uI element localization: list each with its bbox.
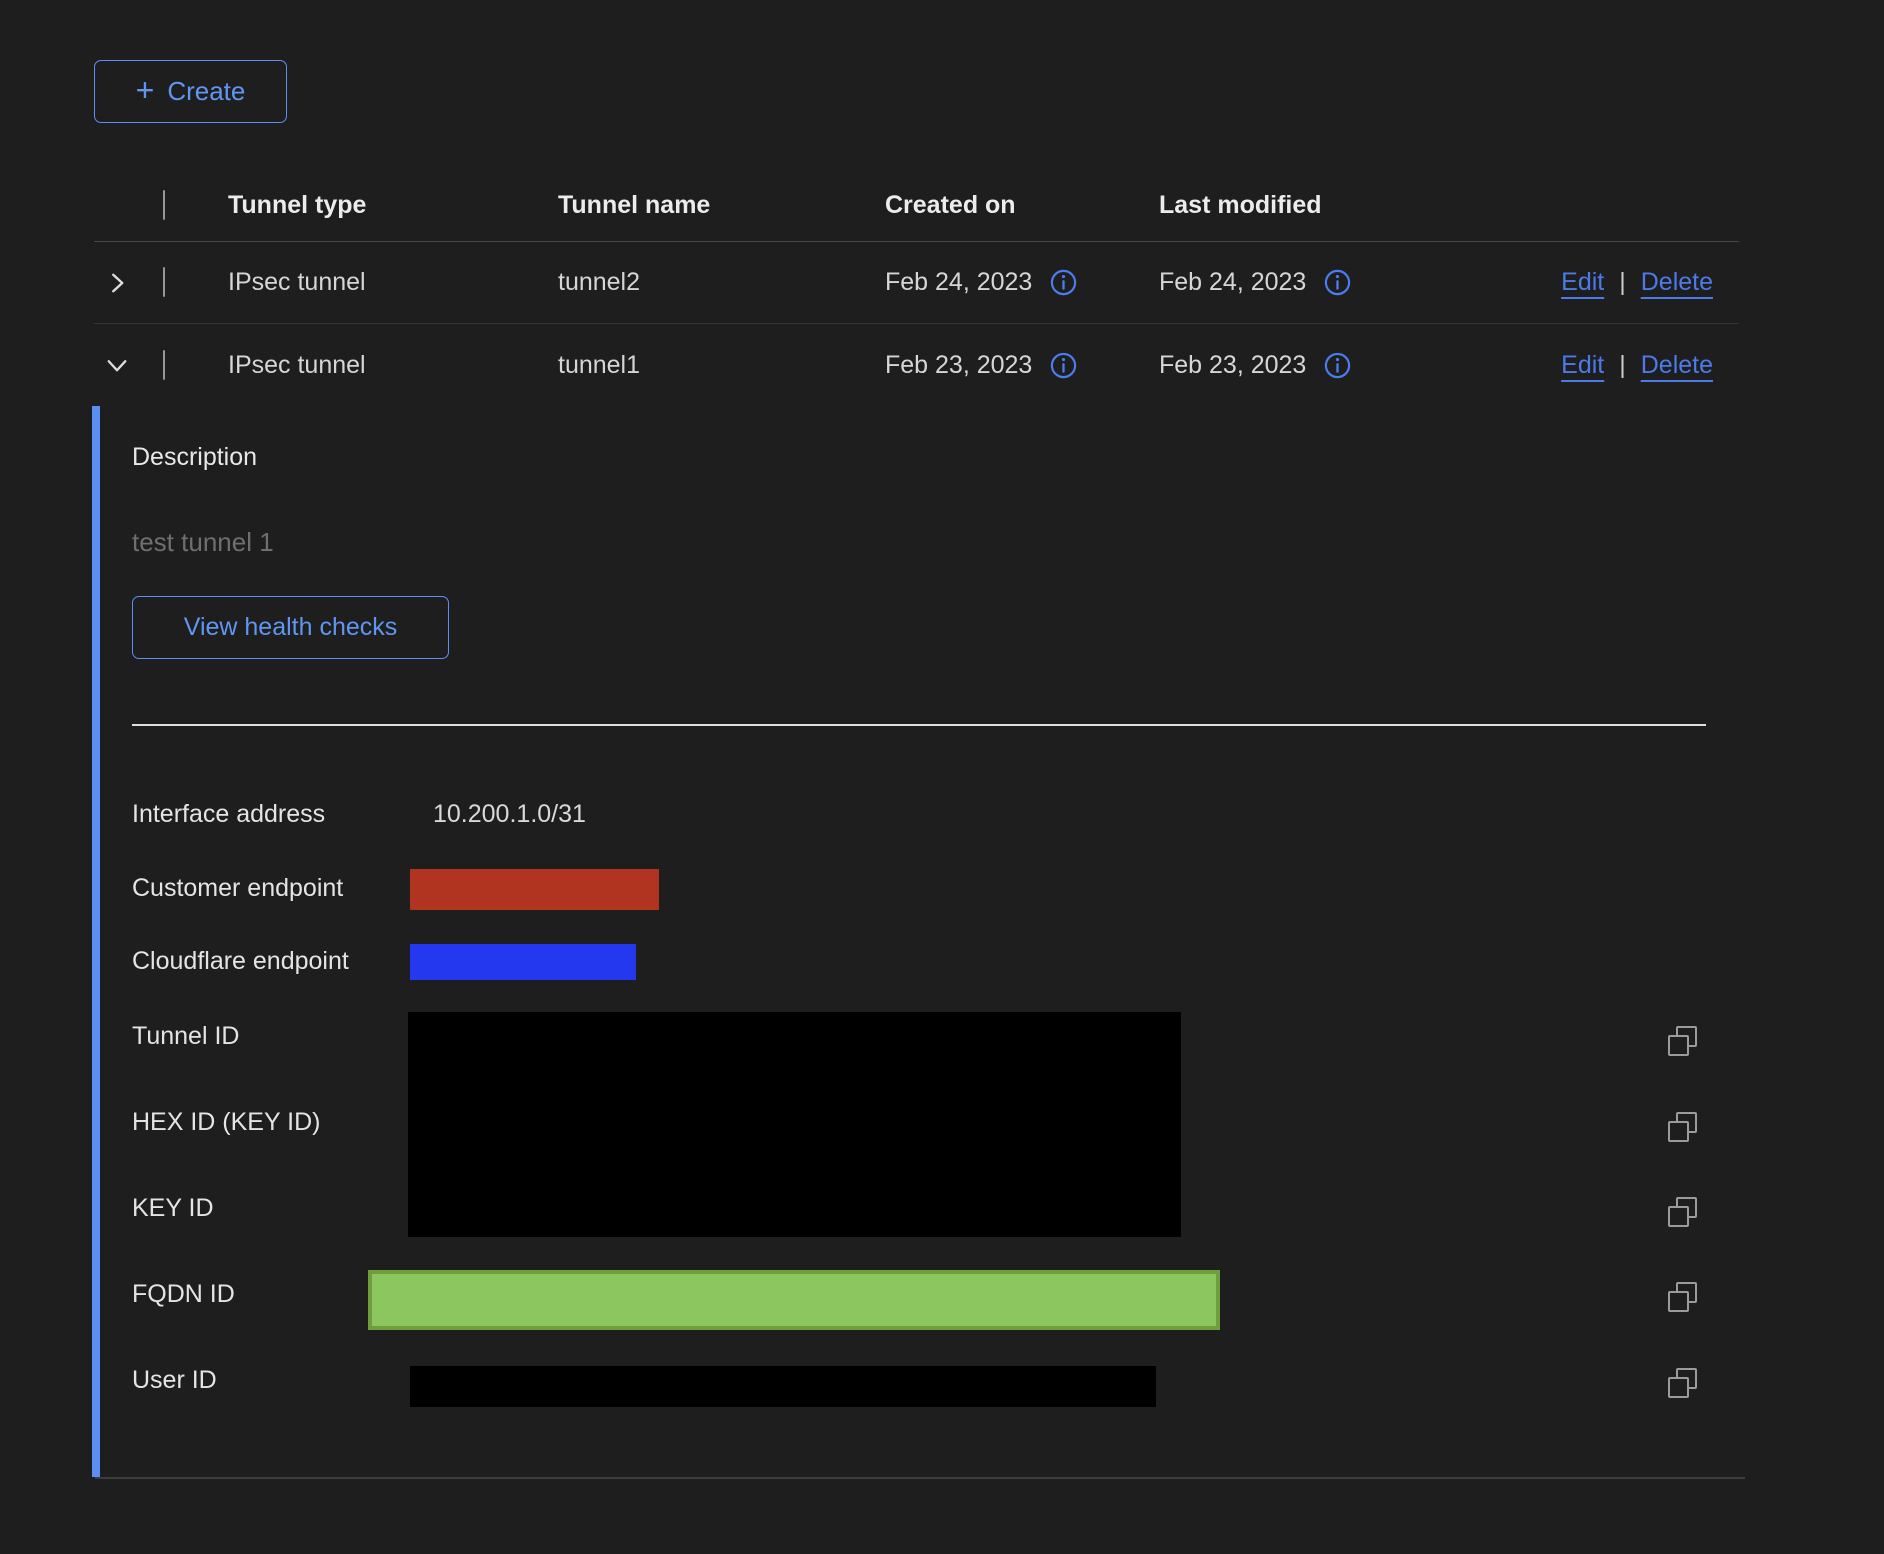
customer-endpoint-redacted-value [410,869,659,910]
expanded-row-accent-bar [92,406,100,1477]
header-last-modified: Last modified [1159,191,1439,220]
select-all-checkbox[interactable] [163,190,165,220]
row-checkbox[interactable] [163,350,165,380]
expanded-row-bottom-divider [95,1477,1745,1479]
copy-icon[interactable] [1667,1368,1698,1399]
info-icon[interactable] [1049,268,1078,297]
table-row: IPsec tunnel tunnel2 Feb 24, 2023 Feb 24… [94,242,1739,324]
chevron-down-icon[interactable] [105,353,129,377]
info-icon[interactable] [1323,268,1352,297]
edit-link[interactable]: Edit [1561,268,1604,297]
header-tunnel-name: Tunnel name [558,191,885,220]
delete-link[interactable]: Delete [1641,268,1713,297]
hex-id-label: HEX ID (KEY ID) [132,1108,320,1137]
fqdn-id-redacted-value [368,1270,1220,1330]
fqdn-id-label: FQDN ID [132,1280,235,1309]
table-row: IPsec tunnel tunnel1 Feb 23, 2023 Feb 23… [94,324,1739,406]
copy-icon[interactable] [1667,1282,1698,1313]
tunnel-id-label: Tunnel ID [132,1022,239,1051]
action-separator: | [1619,268,1626,297]
info-icon[interactable] [1049,351,1078,380]
table-header-row: Tunnel type Tunnel name Created on Last … [94,170,1739,242]
tunnel-name-cell: tunnel2 [558,268,885,297]
key-id-label: KEY ID [132,1194,214,1223]
user-id-label: User ID [132,1366,217,1395]
header-created-on: Created on [885,191,1159,220]
description-label: Description [132,443,257,472]
chevron-right-icon[interactable] [105,271,129,295]
description-value: test tunnel 1 [132,527,274,558]
section-divider [132,724,1706,726]
action-separator: | [1619,351,1626,380]
cloudflare-endpoint-label: Cloudflare endpoint [132,947,349,976]
tunnel-name-cell: tunnel1 [558,351,885,380]
tunnel-type-cell: IPsec tunnel [228,268,558,297]
header-tunnel-type: Tunnel type [228,191,558,220]
view-health-checks-button[interactable]: View health checks [132,596,449,659]
created-on-cell: Feb 24, 2023 [885,268,1032,297]
edit-link[interactable]: Edit [1561,351,1604,380]
customer-endpoint-label: Customer endpoint [132,874,343,903]
last-modified-cell: Feb 24, 2023 [1159,268,1306,297]
copy-icon[interactable] [1667,1026,1698,1057]
interface-address-value: 10.200.1.0/31 [433,800,586,829]
tunnel-type-cell: IPsec tunnel [228,351,558,380]
user-id-redacted-value [410,1366,1156,1407]
created-on-cell: Feb 23, 2023 [885,351,1032,380]
row-checkbox[interactable] [163,267,165,297]
last-modified-cell: Feb 23, 2023 [1159,351,1306,380]
cloudflare-endpoint-redacted-value [410,944,636,980]
info-icon[interactable] [1323,351,1352,380]
create-button-label: Create [167,76,245,107]
plus-icon: + [136,74,155,106]
interface-address-label: Interface address [132,800,325,829]
copy-icon[interactable] [1667,1197,1698,1228]
ids-redacted-value [408,1012,1181,1237]
delete-link[interactable]: Delete [1641,351,1713,380]
copy-icon[interactable] [1667,1112,1698,1143]
create-button[interactable]: + Create [94,60,287,123]
